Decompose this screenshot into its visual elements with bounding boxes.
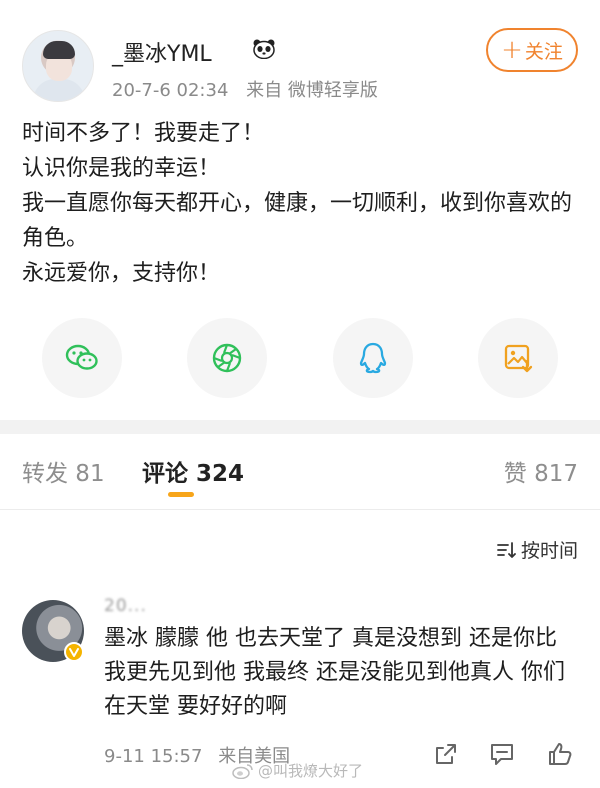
tab-comments[interactable]: 评论 324 <box>142 454 244 488</box>
post-line: 我一直愿你每天都开心，健康，一切顺利，收到你喜欢的角色。 <box>22 191 573 251</box>
comment-icon[interactable] <box>488 740 516 768</box>
panda-icon <box>253 39 275 59</box>
share-icon[interactable] <box>432 740 460 768</box>
tab-reposts[interactable]: 转发 81 <box>22 454 105 488</box>
share-moments-button[interactable] <box>187 318 268 398</box>
share-wechat-button[interactable] <box>42 318 122 398</box>
sort-icon <box>497 541 516 558</box>
save-image-icon <box>504 344 533 373</box>
comment-date: 9-11 15:57 <box>104 746 203 767</box>
like-icon[interactable] <box>546 740 574 768</box>
qq-icon <box>359 342 386 374</box>
post-line: 认识你是我的幸运！ <box>22 156 221 181</box>
post-line: 永远爱你，支持你！ <box>22 261 221 286</box>
comment-item: 20... 墨冰 朦朦 他 也去天堂了 真是没想到 还是你比我更先见到他 我最终… <box>22 594 578 774</box>
active-tab-indicator <box>168 492 194 497</box>
post-date: 20-7-6 02:34 <box>112 80 229 101</box>
plus-icon: + <box>501 35 523 65</box>
share-row <box>42 318 558 398</box>
post-source: 来自 微博轻享版 <box>246 80 378 101</box>
watermark: @叫我燎大好了 <box>232 760 363 781</box>
follow-label: 关注 <box>524 40 563 63</box>
sort-by-time-button[interactable]: 按时间 <box>495 536 578 563</box>
post-header: _墨冰YML 20-7-6 02:34 来自 微博轻享版 + 关注 <box>22 26 578 106</box>
wechat-icon <box>65 344 98 370</box>
comment-text: 墨冰 朦朦 他 也去天堂了 真是没想到 还是你比我更先见到他 我最终 还是没能见… <box>104 626 565 719</box>
post-line: 时间不多了！我要走了！ <box>22 121 265 146</box>
follow-button[interactable]: + 关注 <box>486 28 578 72</box>
watermark-text: @叫我燎大好了 <box>258 762 364 780</box>
author-username[interactable]: _墨冰YML <box>112 36 212 68</box>
save-image-button[interactable] <box>477 318 558 398</box>
moments-icon <box>213 343 242 373</box>
weibo-logo-icon <box>232 763 253 779</box>
verified-badge <box>64 642 84 662</box>
share-qq-button[interactable] <box>332 318 413 398</box>
sort-label: 按时间 <box>520 540 578 562</box>
interaction-tabs: 转发 81 评论 324 赞 817 <box>0 434 600 510</box>
author-avatar[interactable] <box>22 30 94 102</box>
post-meta: 20-7-6 02:34 来自 微博轻享版 <box>112 76 390 102</box>
commenter-name[interactable]: 20... <box>104 596 147 616</box>
post-body: 时间不多了！我要走了！ 认识你是我的幸运！ 我一直愿你每天都开心，健康，一切顺利… <box>22 116 578 291</box>
section-divider <box>0 420 600 434</box>
verified-icon <box>69 648 79 657</box>
tab-likes[interactable]: 赞 817 <box>504 454 578 488</box>
